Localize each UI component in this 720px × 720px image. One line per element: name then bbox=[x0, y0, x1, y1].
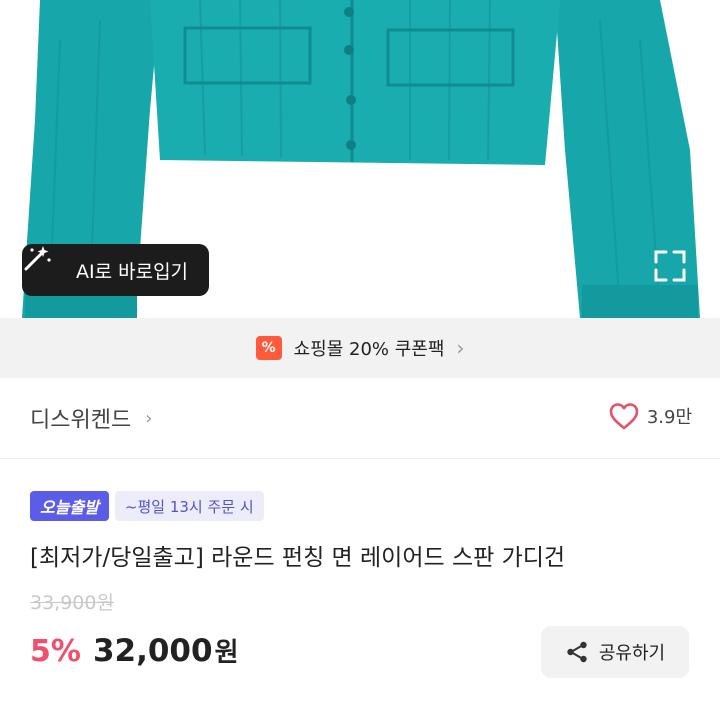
price-row: 5% 32,000 원 bbox=[30, 632, 239, 669]
original-price: 33,900원 bbox=[30, 592, 114, 614]
chevron-right-icon: › bbox=[145, 407, 153, 429]
chevron-right-icon: › bbox=[456, 336, 465, 360]
product-title: [최저가/당일출고] 라운드 펀칭 면 레이어드 스판 가디건 bbox=[30, 545, 566, 571]
currency-unit: 원 bbox=[214, 638, 239, 668]
sale-price: 32,000 bbox=[92, 633, 213, 669]
share-label: 공유하기 bbox=[598, 643, 666, 664]
shop-link[interactable]: 디스위켄드 › bbox=[30, 402, 152, 434]
ai-try-on-button[interactable]: AI로 바로입기 bbox=[22, 244, 209, 296]
share-icon bbox=[565, 640, 589, 664]
expand-icon[interactable] bbox=[650, 246, 690, 286]
product-detail-page: AI로 바로입기 % 쇼핑몰 20% 쿠폰팩 › 디스위켄드 › 3.9만 오늘… bbox=[0, 0, 720, 720]
ai-try-on-label: AI로 바로입기 bbox=[76, 260, 189, 283]
coupon-pack-banner[interactable]: % 쇼핑몰 20% 쿠폰팩 › bbox=[0, 318, 720, 378]
like-count: 3.9만 bbox=[646, 407, 692, 428]
like-button[interactable]: 3.9만 bbox=[609, 402, 692, 430]
share-button[interactable]: 공유하기 bbox=[541, 626, 689, 678]
coupon-label: 쇼핑몰 20% 쿠폰팩 bbox=[293, 339, 445, 360]
shop-name: 디스위켄드 bbox=[30, 408, 132, 433]
product-image[interactable]: AI로 바로입기 bbox=[0, 0, 720, 318]
discount-rate: 5% bbox=[30, 634, 81, 669]
heart-icon bbox=[609, 403, 639, 430]
shop-row: 디스위켄드 › 3.9만 bbox=[0, 378, 720, 459]
today-shipping-badge: 오늘출발 bbox=[30, 491, 109, 521]
delivery-info: 오늘출발 ~평일 13시 주문 시 bbox=[30, 490, 264, 522]
percent-coupon-icon: % bbox=[255, 336, 282, 360]
magic-wand-icon bbox=[24, 246, 68, 284]
delivery-cutoff-note: ~평일 13시 주문 시 bbox=[114, 491, 264, 521]
